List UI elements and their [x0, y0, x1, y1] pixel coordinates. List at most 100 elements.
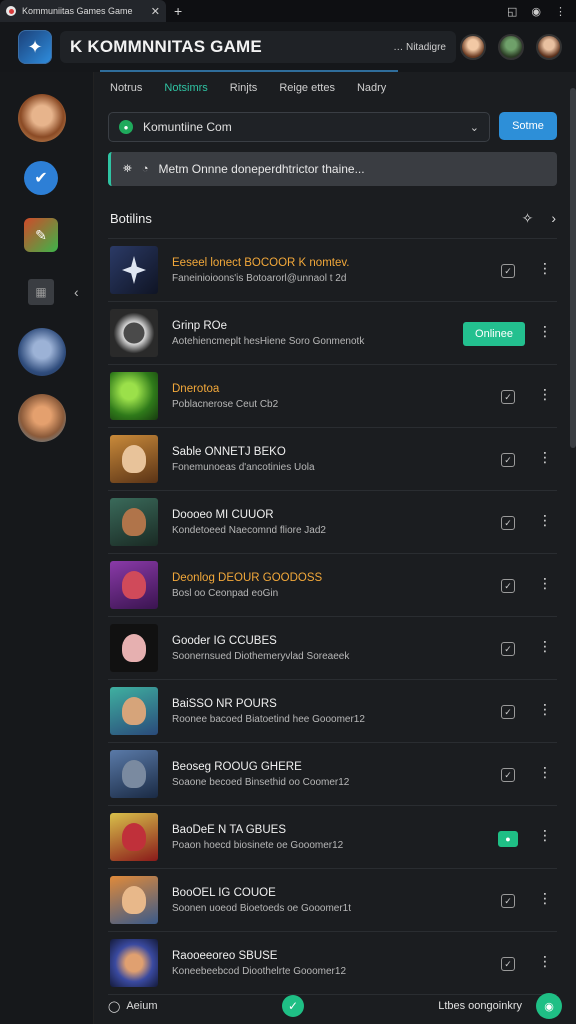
nav-tabs: Notrus Notsimrs Rinjts Reige ettes Nadry	[110, 82, 386, 94]
chevron-right-icon[interactable]: ›	[551, 210, 556, 227]
game-name: Grinp ROe	[172, 319, 227, 332]
footer-right-label[interactable]: Ltbes oongoinkry	[438, 1000, 522, 1012]
sidebar-grid-icon[interactable]: ▦	[28, 279, 54, 305]
scrollbar[interactable]	[570, 72, 576, 1024]
game-thumbnail	[110, 309, 158, 357]
tab-notrus[interactable]: Notrus	[110, 82, 142, 94]
scrollbar-thumb[interactable]	[570, 88, 576, 448]
row-checkbox[interactable]: ✓	[501, 894, 515, 908]
search-input[interactable]: ⛯ ◔ Metm Onnne doneperdhtrictor thaine..…	[108, 152, 557, 186]
game-thumbnail	[110, 750, 158, 798]
list-item[interactable]: Dnerotoa Poblacnerose Ceut Cb2 ✓ ⋮	[108, 365, 557, 428]
row-checkbox[interactable]: ✓	[501, 579, 515, 593]
list-item[interactable]: BooOEL IG COUOE Soonen uoeod Bioetoeds oe…	[108, 869, 557, 932]
game-name: Raooeeoreo SBUSE	[172, 949, 278, 962]
primary-button[interactable]: Sotme	[499, 112, 557, 140]
close-tab-icon[interactable]: ✕	[151, 5, 160, 18]
row-checkbox[interactable]: ✓	[501, 768, 515, 782]
sidebar-avatar-hero[interactable]	[18, 94, 66, 142]
app-logo-icon[interactable]: ✦	[18, 30, 52, 64]
tab-notsimrs[interactable]: Notsimrs	[164, 82, 207, 94]
list-item[interactable]: Eeseel lonect BOCOOR K nomtev. Faneinioio…	[108, 239, 557, 302]
menu-dots-icon[interactable]: ⋮	[555, 5, 566, 18]
game-list: Eeseel lonect BOCOOR K nomtev. Faneinioio…	[108, 238, 557, 995]
browser-tab-title: Kommuniitas Games Game	[22, 6, 133, 16]
sidebar-avatar-warrior[interactable]	[18, 394, 66, 442]
browser-tab[interactable]: Kommuniitas Games Game ✕	[0, 0, 166, 22]
app-title: K KOMMNNITAS GAME	[70, 37, 262, 56]
game-subtitle: Roonee bacoed Biatoetind hee Gooomer12	[172, 713, 365, 725]
sidebar-check-icon[interactable]: ✔	[24, 161, 58, 195]
confirm-check-icon[interactable]: ✓	[282, 995, 304, 1017]
main-panel: Notrus Notsimrs Rinjts Reige ettes Nadry…	[94, 72, 576, 1024]
sidebar-game-icon[interactable]: ✎	[24, 218, 58, 252]
row-checkbox[interactable]: ✓	[501, 453, 515, 467]
list-item[interactable]: Raooeeoreo SBUSE Koneebeebcod Dioothelrte…	[108, 932, 557, 995]
list-item[interactable]: Gooder IG CCUBES Soonernsued Diothemeryvl…	[108, 617, 557, 680]
more-options-icon[interactable]: ⋮	[538, 387, 552, 401]
more-options-icon[interactable]: ⋮	[538, 261, 552, 275]
status-dot-icon: ●	[119, 120, 133, 134]
profile-icon[interactable]: ◉	[531, 5, 541, 18]
more-options-icon[interactable]: ⋮	[538, 450, 552, 464]
game-thumbnail	[110, 687, 158, 735]
user-avatar[interactable]	[460, 34, 486, 60]
list-item[interactable]: BaiSSO NR POURS Roonee bacoed Biatoetind …	[108, 680, 557, 743]
row-toggle-active[interactable]: ●	[498, 831, 518, 847]
settings-icon[interactable]: ✧	[522, 210, 534, 227]
more-options-icon[interactable]: ⋮	[538, 324, 552, 338]
row-checkbox[interactable]: ✓	[501, 390, 515, 404]
game-thumbnail	[110, 813, 158, 861]
tab-rinjts[interactable]: Rinjts	[230, 82, 258, 94]
list-item[interactable]: Grinp ROe Aotehiencmeplt hesHiene Soro Go…	[108, 302, 557, 365]
section-title: Botilins	[110, 211, 152, 226]
collapse-sidebar-icon[interactable]: ‹	[74, 284, 79, 300]
more-options-icon[interactable]: ⋮	[538, 891, 552, 905]
game-subtitle: Poaon hoecd biosinete oe Gooomer12	[172, 839, 344, 851]
game-name: BooOEL IG COUOE	[172, 886, 276, 899]
chat-bubble-icon: ◔	[141, 163, 149, 175]
more-options-icon[interactable]: ⋮	[538, 639, 552, 653]
list-item[interactable]: Doooeo MI CUUOR Kondetoeed Naecomnd flior…	[108, 491, 557, 554]
community-select[interactable]: ● Komuntiine Com ⌄	[108, 112, 490, 142]
select-value: Komuntiine Com	[143, 120, 232, 134]
game-subtitle: Bosl oo Ceonpad eoGin	[172, 587, 279, 599]
user-avatar[interactable]	[536, 34, 562, 60]
more-options-icon[interactable]: ⋮	[538, 765, 552, 779]
list-item[interactable]: BaoDeE N TA GBUES Poaon hoecd biosinete o…	[108, 806, 557, 869]
list-item[interactable]: Deonlog DEOUR GOODOSS Bosl oo Ceonpad eoG…	[108, 554, 557, 617]
game-subtitle: Soonernsued Diothemeryvlad Soreaeek	[172, 650, 350, 662]
more-options-icon[interactable]: ⋮	[538, 954, 552, 968]
tab-nadry[interactable]: Nadry	[357, 82, 386, 94]
section-actions: ✧ ›	[522, 210, 556, 227]
footer-left-label: Aeium	[126, 1000, 158, 1012]
more-options-icon[interactable]: ⋮	[538, 576, 552, 590]
more-options-icon[interactable]: ⋮	[538, 513, 552, 527]
row-checkbox[interactable]: ✓	[501, 705, 515, 719]
row-checkbox[interactable]: ✓	[501, 957, 515, 971]
row-checkbox[interactable]: ✓	[501, 516, 515, 530]
more-options-icon[interactable]: ⋮	[538, 702, 552, 716]
list-item[interactable]: Beoseg ROOUG GHERE Soaone becoed Binsethi…	[108, 743, 557, 806]
pip-icon[interactable]: ◱	[507, 5, 517, 18]
row-checkbox[interactable]: ✓	[501, 264, 515, 278]
user-avatar[interactable]	[498, 34, 524, 60]
list-item[interactable]: Sable ONNETJ BEKO Fonemunoeas d'ancotinie…	[108, 428, 557, 491]
online-button[interactable]: Onlinee	[463, 322, 525, 346]
tab-reige-ettes[interactable]: Reige ettes	[279, 82, 335, 94]
header-right-label[interactable]: … Nitadigre	[393, 42, 446, 53]
more-options-icon[interactable]: ⋮	[538, 828, 552, 842]
new-tab-button[interactable]: +	[174, 3, 182, 19]
game-name: BaiSSO NR POURS	[172, 697, 277, 710]
browser-tab-bar: Kommuniitas Games Game ✕ + ◱ ◉ ⋮	[0, 0, 576, 22]
sidebar-avatar-knight[interactable]	[18, 328, 66, 376]
game-name: Dnerotoa	[172, 382, 220, 395]
game-thumbnail	[110, 435, 158, 483]
action-fab-icon[interactable]: ◉	[536, 993, 562, 1019]
footer-left[interactable]: ◯ Aeium	[108, 1000, 158, 1013]
row-checkbox[interactable]: ✓	[501, 642, 515, 656]
favicon-icon	[6, 6, 16, 16]
game-subtitle: Aotehiencmeplt hesHiene Soro Gonmenotk	[172, 335, 365, 347]
game-controller-icon: ⛯	[123, 162, 132, 175]
game-subtitle: Poblacnerose Ceut Cb2	[172, 398, 279, 410]
